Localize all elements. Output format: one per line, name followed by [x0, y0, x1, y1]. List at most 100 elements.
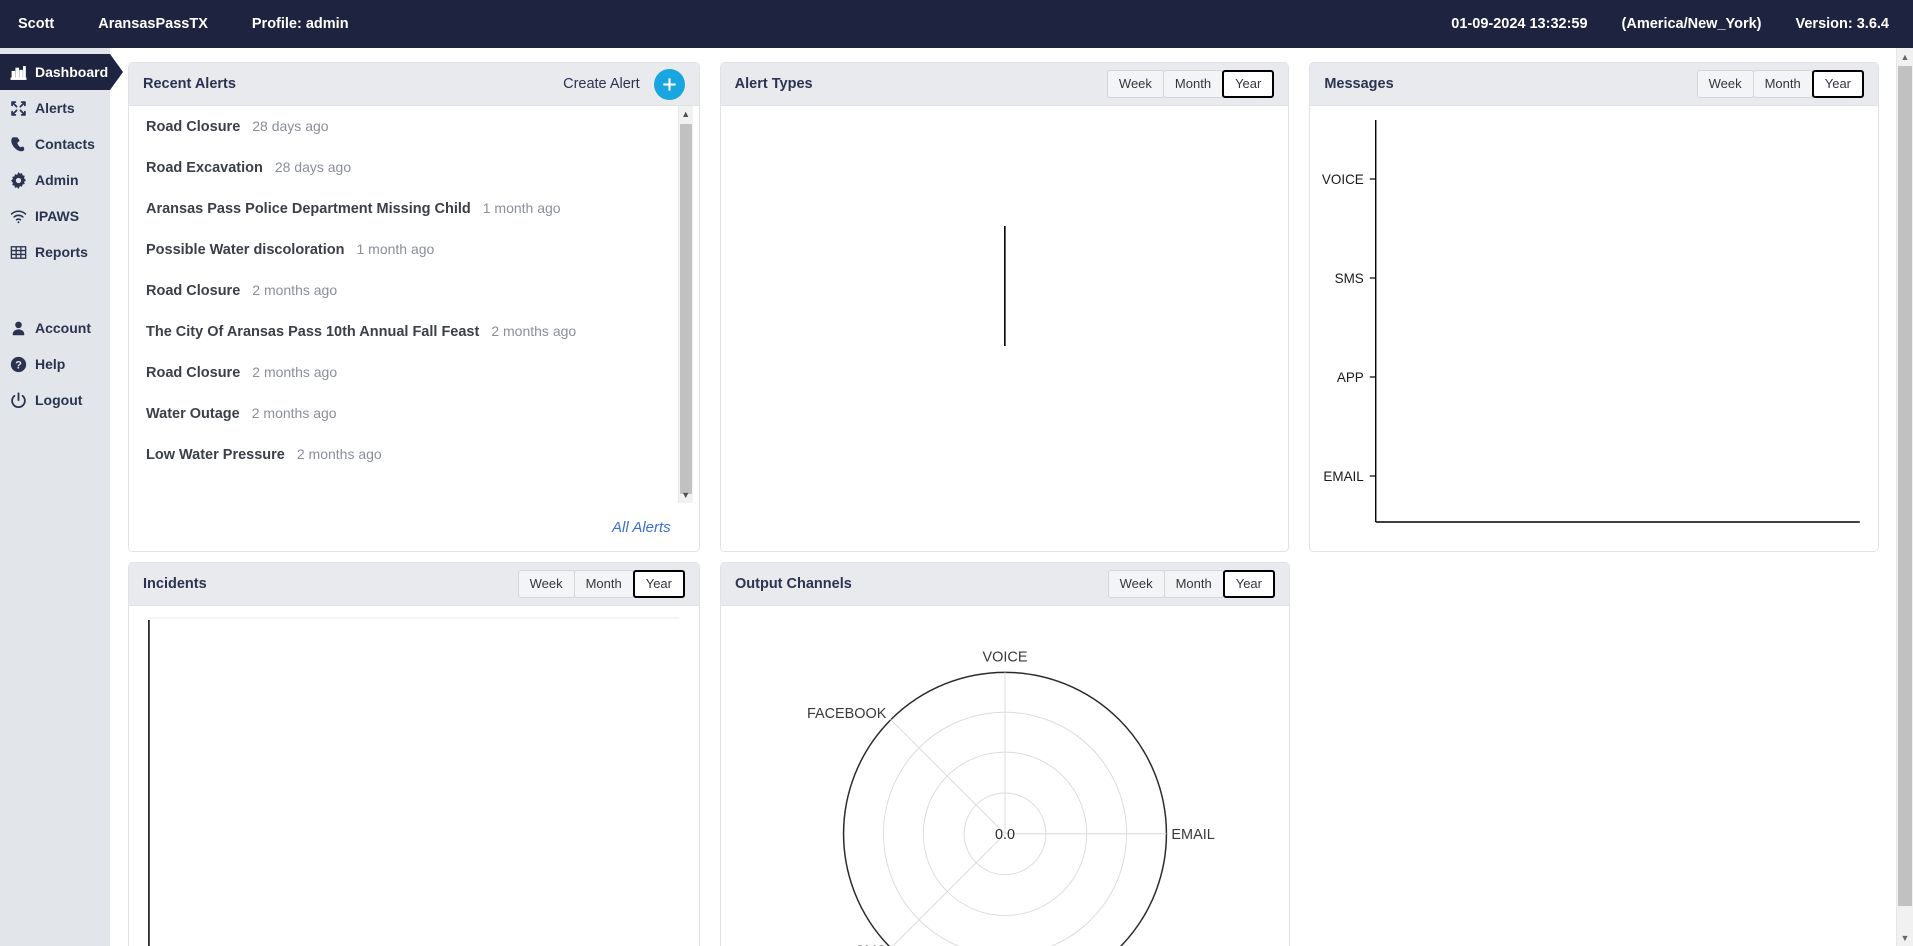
panel-title: Incidents: [143, 576, 207, 592]
incidents-chart: [129, 606, 699, 946]
all-alerts-link[interactable]: All Alerts: [612, 519, 671, 536]
panel-header-actions: Week Month Year: [517, 570, 685, 598]
range-week-button[interactable]: Week: [517, 570, 575, 598]
alert-name: Water Outage: [146, 406, 240, 422]
alert-types-pie-svg: [1003, 226, 1006, 346]
sidebar-item-ipaws[interactable]: IPAWS: [0, 198, 110, 234]
sidebar-item-help[interactable]: ? Help: [0, 346, 110, 382]
alert-types-chart: [721, 106, 1289, 551]
list-item[interactable]: Possible Water discoloration 1 month ago: [129, 241, 699, 282]
range-week-button[interactable]: Week: [1696, 70, 1754, 98]
incidents-bar-svg: [148, 617, 680, 946]
sidebar-item-admin[interactable]: Admin: [0, 162, 110, 198]
recent-alerts-list: Road Closure 28 days ago Road Excavation…: [129, 106, 699, 503]
list-item[interactable]: Aransas Pass Police Department Missing C…: [129, 200, 699, 241]
sidebar-item-logout[interactable]: Logout: [0, 382, 110, 418]
alert-time: 1 month ago: [482, 200, 561, 216]
page-scroll-up-arrow-icon[interactable]: ▲: [1897, 48, 1913, 65]
range-month-button[interactable]: Month: [1162, 70, 1224, 98]
range-year-button[interactable]: Year: [632, 570, 685, 598]
panel-body-output-channels: VOICE EMAIL SMS FACEBOOK 0.0: [721, 606, 1289, 946]
range-selector-incidents: Week Month Year: [517, 570, 685, 598]
svg-text:?: ?: [15, 359, 22, 371]
topbar-version: Version: 3.6.4: [1795, 16, 1890, 32]
panel-body-recent-alerts: Road Closure 28 days ago Road Excavation…: [129, 106, 699, 551]
range-year-button[interactable]: Year: [1222, 70, 1275, 98]
table-grid-icon: [10, 244, 27, 261]
list-item[interactable]: Low Water Pressure 2 months ago: [129, 446, 699, 487]
output-channels-radar-svg: VOICE EMAIL SMS FACEBOOK 0.0: [807, 649, 1215, 946]
sidebar-item-dashboard[interactable]: Dashboard: [0, 54, 123, 90]
top-bar-right: 01-09-2024 13:32:59 (America/New_York) V…: [1451, 16, 1913, 32]
range-year-button[interactable]: Year: [1222, 570, 1275, 598]
alert-time: 28 days ago: [274, 159, 352, 175]
list-item[interactable]: Water Outage 2 months ago: [129, 405, 699, 446]
page-scrollbar[interactable]: ▲ ▼: [1896, 48, 1913, 946]
scroll-up-arrow-icon[interactable]: ▲: [679, 106, 693, 122]
sidebar-item-label: IPAWS: [35, 208, 80, 224]
wifi-icon: [10, 208, 27, 225]
sidebar-item-label: Admin: [35, 172, 79, 188]
panel-output-channels: Output Channels Week Month Year VOICE EM…: [720, 562, 1290, 946]
sidebar-item-reports[interactable]: Reports: [0, 234, 110, 270]
alert-time: 1 month ago: [356, 241, 435, 257]
scroll-down-arrow-icon[interactable]: ▼: [679, 487, 693, 503]
page-scrollbar-thumb[interactable]: [1898, 66, 1912, 906]
panel-header-actions: Week Month Year: [1107, 570, 1275, 598]
list-item[interactable]: Road Closure 2 months ago: [129, 364, 699, 405]
range-month-button[interactable]: Month: [1752, 70, 1813, 98]
dashboard-row-2: Incidents Week Month Year Output Channel…: [128, 562, 1879, 946]
list-item[interactable]: Road Closure 2 months ago: [129, 282, 699, 323]
sidebar-item-label: Account: [35, 320, 91, 336]
panel-header-alert-types: Alert Types Week Month Year: [720, 63, 1289, 106]
page-scroll-down-arrow-icon[interactable]: ▼: [1897, 929, 1913, 946]
panel-messages: Messages Week Month Year VOICE SMS APP E…: [1309, 62, 1880, 552]
main-content: Recent Alerts Create Alert Road Closure …: [110, 48, 1895, 946]
list-item[interactable]: Road Excavation 28 days ago: [129, 159, 699, 200]
range-month-button[interactable]: Month: [573, 570, 634, 598]
dashboard-row-1: Recent Alerts Create Alert Road Closure …: [128, 62, 1880, 552]
panel-title: Messages: [1324, 76, 1394, 92]
alert-name: Road Closure: [146, 365, 241, 381]
sidebar-secondary-group: Account ? Help Logout: [0, 304, 110, 418]
sidebar-item-contacts[interactable]: Contacts: [0, 126, 110, 162]
range-week-button[interactable]: Week: [1107, 570, 1165, 598]
messages-chart: VOICE SMS APP EMAIL: [1310, 106, 1878, 551]
alert-time: 28 days ago: [252, 118, 329, 134]
topbar-user[interactable]: Scott: [18, 16, 54, 32]
scrollbar-thumb[interactable]: [679, 124, 692, 494]
sidebar-item-label: Alerts: [35, 100, 75, 116]
alerts-expand-icon: [10, 100, 27, 117]
topbar-org[interactable]: AransasPassTX: [98, 16, 208, 32]
create-alert-button[interactable]: [653, 68, 685, 100]
range-selector-output-channels: Week Month Year: [1107, 570, 1275, 598]
sidebar-divider-gap: [0, 270, 110, 304]
recent-alerts-scrollbar[interactable]: ▲ ▼: [677, 106, 693, 503]
output-channels-chart: VOICE EMAIL SMS FACEBOOK 0.0: [721, 606, 1289, 946]
user-icon: [10, 320, 27, 337]
range-month-button[interactable]: Month: [1163, 570, 1224, 598]
sidebar-item-alerts[interactable]: Alerts: [0, 90, 110, 126]
panel-title: Alert Types: [734, 76, 813, 92]
radar-label-voice: VOICE: [983, 649, 1028, 665]
range-selector-alert-types: Week Month Year: [1106, 70, 1275, 98]
sidebar-item-account[interactable]: Account: [0, 310, 110, 346]
panel-header-actions: Week Month Year: [1106, 70, 1275, 98]
gear-icon: [10, 171, 27, 189]
topbar-datetime: 01-09-2024 13:32:59: [1451, 16, 1588, 32]
panel-body-messages: VOICE SMS APP EMAIL: [1310, 106, 1879, 551]
messages-bar-svg: VOICE SMS APP EMAIL: [1322, 120, 1861, 523]
create-alert-label[interactable]: Create Alert: [563, 76, 640, 92]
list-item[interactable]: Road Closure 28 days ago: [129, 118, 699, 159]
panel-body-alert-types: [720, 106, 1289, 551]
range-year-button[interactable]: Year: [1811, 70, 1865, 98]
alert-time: 2 months ago: [296, 446, 382, 462]
radar-label-email: EMAIL: [1171, 827, 1214, 843]
topbar-profile: Profile: admin: [251, 16, 349, 32]
list-item[interactable]: The City Of Aransas Pass 10th Annual Fal…: [129, 323, 699, 364]
alert-name: Possible Water discoloration: [146, 242, 345, 258]
all-alerts-footer: All Alerts: [129, 503, 699, 551]
range-week-button[interactable]: Week: [1106, 70, 1164, 98]
axis-tick-label: SMS: [1335, 271, 1364, 286]
sidebar-item-label: Help: [35, 356, 66, 372]
